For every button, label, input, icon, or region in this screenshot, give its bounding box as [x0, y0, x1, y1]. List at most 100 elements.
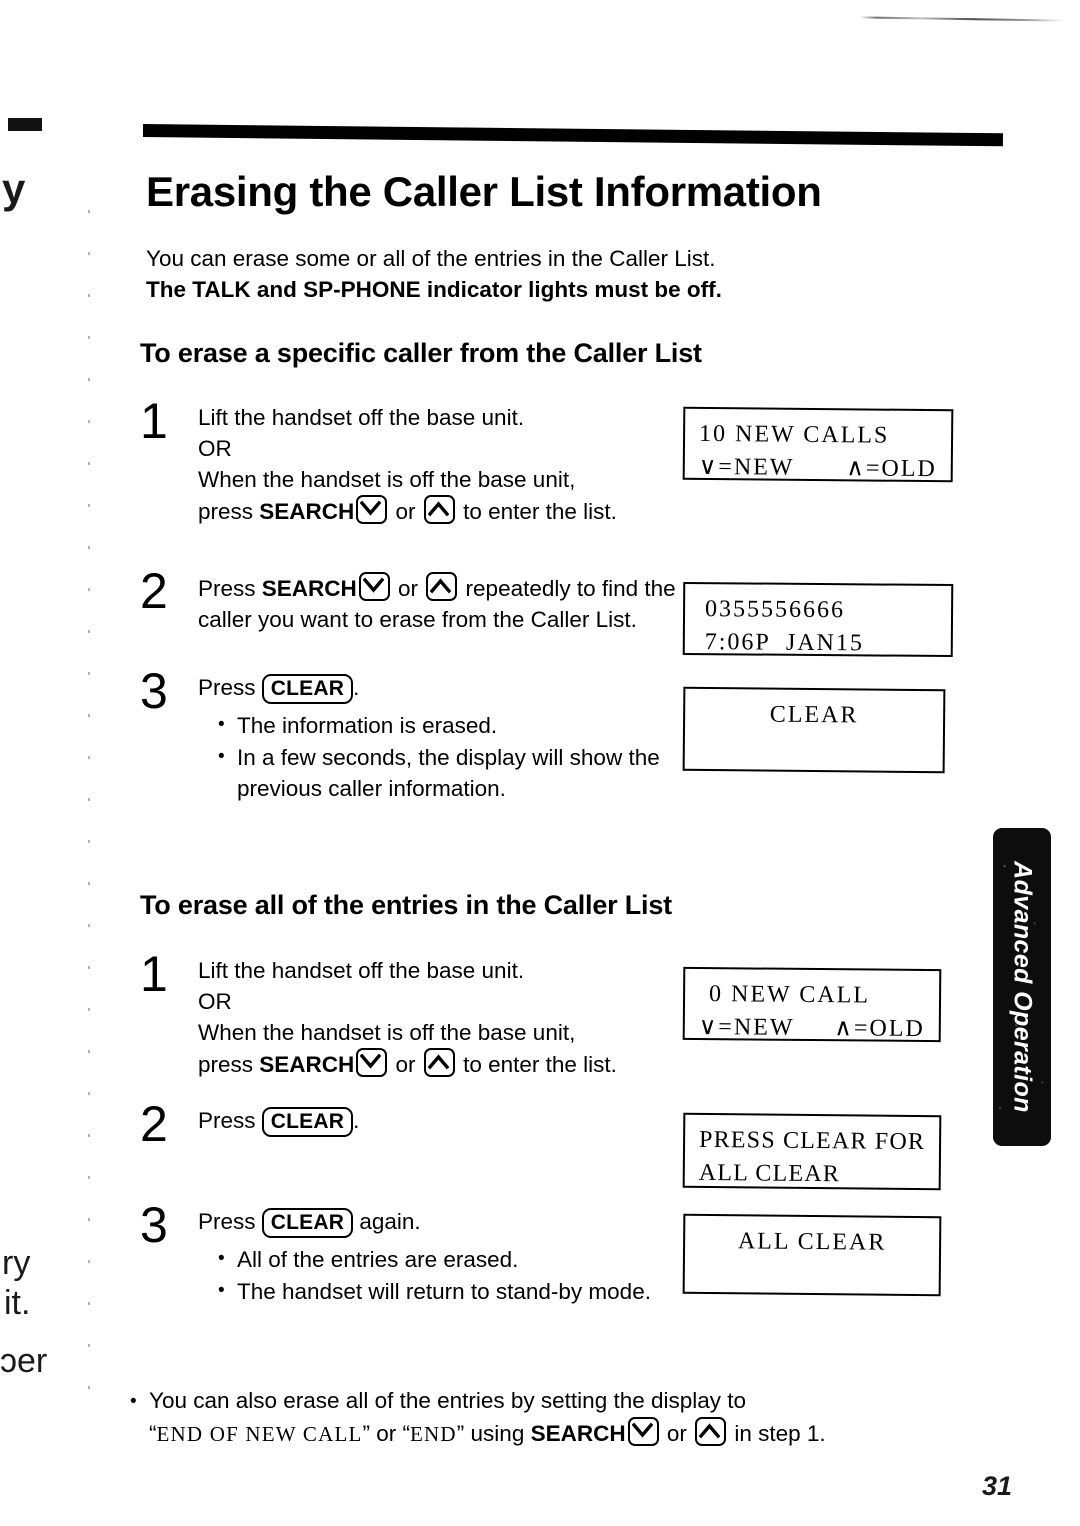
- lcd-display-0-new-call: 0 NEW CALL ∨=NEW ∧=OLD: [682, 966, 942, 1043]
- search-key-label: SEARCH: [259, 499, 355, 524]
- bullet-icon: •: [130, 1391, 137, 1412]
- search-key-label: SEARCH: [259, 1052, 355, 1077]
- lcd-row-2-left: ∨=NEW: [698, 453, 795, 481]
- step-text-mid: or: [391, 576, 425, 601]
- step-text-post: again.: [353, 1209, 421, 1234]
- lcd-display-clear: CLEAR: [682, 686, 946, 774]
- step-line-2: OR: [198, 989, 232, 1014]
- step-line-4: press SEARCH or to enter the list.: [198, 1048, 680, 1080]
- chevron-down-key-icon: [358, 572, 390, 601]
- lcd-row-2: ∨=NEW ∧=OLD: [699, 451, 937, 486]
- footnote-line-1: You can also erase all of the entries by…: [149, 1388, 747, 1413]
- footnote-line-2: “END OF NEW CALL” or “END” using SEARCH …: [149, 1417, 960, 1451]
- section-1-step-3: 3 Press CLEAR. The information is erased…: [140, 666, 680, 805]
- step-text-pre: Press: [198, 675, 262, 700]
- step-number: 2: [140, 1096, 168, 1152]
- step-body: Press CLEAR. The information is erased. …: [198, 672, 680, 804]
- page-title: Erasing the Caller List Information: [146, 168, 822, 215]
- footnote-text-2: using: [464, 1421, 531, 1446]
- clear-key-glyph: CLEAR: [261, 1107, 354, 1137]
- lcd-display-caller-number: 0355556666 7:06P JAN15: [682, 581, 954, 658]
- clear-key-glyph: CLEAR: [261, 1208, 354, 1238]
- chevron-down-key-icon: [356, 495, 388, 524]
- step-text-post: to enter the list.: [456, 499, 617, 524]
- side-tab-advanced-operation: Advanced Operation: [993, 828, 1051, 1146]
- lcd-row-1: 10 NEW CALLS: [698, 420, 890, 449]
- step-line-2: OR: [198, 436, 232, 461]
- section-2-step-1: 1 Lift the handset off the base unit. OR…: [140, 949, 680, 1080]
- page-number: 31: [982, 1471, 1013, 1501]
- clear-key-glyph: CLEAR: [261, 674, 354, 704]
- intro-paragraph: You can erase some or all of the entries…: [146, 243, 846, 305]
- step-line-3: When the handset is off the base unit,: [198, 1020, 576, 1045]
- intro-line-1: You can erase some or all of the entries…: [146, 246, 716, 271]
- step-text-pre: Press: [198, 1108, 262, 1133]
- step-body: Press CLEAR again. All of the entries ar…: [198, 1206, 680, 1307]
- footnote-mid: or: [660, 1421, 694, 1446]
- step-number: 3: [140, 1197, 168, 1253]
- bullet-item: In a few seconds, the display will show …: [218, 741, 680, 804]
- lcd-display-10-new-calls: 10 NEW CALLS ∨=NEW ∧=OLD: [682, 406, 954, 486]
- lcd-row-2-right: ∧=OLD: [846, 455, 937, 483]
- step-number: 1: [140, 946, 168, 1002]
- step-body: Press SEARCH or repeatedly to find the c…: [198, 572, 680, 635]
- lcd-row-2-left: ∨=NEW: [698, 1014, 795, 1041]
- chevron-down-key-icon: [627, 1417, 659, 1446]
- step-line-1: Lift the handset off the base unit.: [198, 958, 525, 983]
- search-key-label: SEARCH: [530, 1421, 626, 1446]
- step-line-1: Press CLEAR.: [198, 672, 680, 704]
- lcd-row-2-right: ∧=OLD: [834, 1015, 925, 1042]
- step-number: 3: [140, 663, 168, 719]
- step-bullet-list: All of the entries are erased. The hands…: [218, 1243, 680, 1307]
- chevron-up-key-icon: [423, 495, 455, 524]
- section-2-heading: To erase all of the entries in the Calle…: [140, 890, 672, 920]
- lcd-row-1: 0 NEW CALL: [708, 981, 871, 1009]
- lcd-row-2: 7:06P JAN15: [704, 629, 865, 657]
- step-text-pre: Press: [198, 576, 262, 601]
- intro-line-2: The TALK and SP-PHONE indicator lights m…: [146, 277, 722, 302]
- section-2-step-3: 3 Press CLEAR again. All of the entries …: [140, 1200, 680, 1308]
- footnote-text-3: in step 1.: [728, 1421, 826, 1446]
- search-key-label: SEARCH: [261, 576, 357, 601]
- lcd-row-1: CLEAR: [769, 701, 859, 729]
- step-text-pre: press: [198, 499, 260, 524]
- step-text-pre: press: [198, 1052, 260, 1077]
- step-bullet-list: The information is erased. In a few seco…: [218, 709, 680, 804]
- lcd-row-1: ALL CLEAR: [737, 1228, 887, 1256]
- side-tab-label: Advanced Operation: [1008, 861, 1037, 1113]
- step-text-mid: or: [389, 1052, 422, 1077]
- display-string-2: END: [410, 1422, 457, 1446]
- lcd-row-2: ALL CLEAR: [698, 1159, 841, 1188]
- step-body: Lift the handset off the base unit. OR W…: [198, 955, 680, 1080]
- lcd-display-press-clear-for-all-clear: PRESS CLEAR FOR ALL CLEAR: [682, 1112, 942, 1191]
- step-line-4: press SEARCH or to enter the list.: [198, 495, 680, 527]
- section-1-step-2: 2 Press SEARCH or repeatedly to find the…: [140, 566, 680, 635]
- bullet-item: The handset will return to stand-by mode…: [218, 1275, 680, 1307]
- chevron-up-key-icon: [426, 572, 458, 601]
- step-line-1: Lift the handset off the base unit.: [198, 405, 525, 430]
- footnote: • You can also erase all of the entries …: [130, 1384, 960, 1451]
- manual-page: y ry it. ɔer Erasing the Caller List Inf…: [0, 0, 1080, 1526]
- section-2-step-2: 2 Press CLEAR.: [140, 1099, 680, 1149]
- step-body: Press CLEAR.: [198, 1105, 680, 1137]
- step-text-pre: Press: [198, 1209, 262, 1234]
- chevron-up-key-icon: [423, 1048, 455, 1077]
- section-1-heading: To erase a specific caller from the Call…: [140, 338, 702, 368]
- chevron-down-key-icon: [356, 1048, 388, 1077]
- step-number: 1: [140, 393, 168, 449]
- lcd-row-1: 0355556666: [704, 596, 846, 624]
- footnote-joiner: or: [370, 1421, 403, 1446]
- section-1-step-1: 1 Lift the handset off the base unit. OR…: [140, 396, 680, 527]
- step-text-post: .: [353, 1108, 360, 1133]
- footnote-body: You can also erase all of the entries by…: [130, 1384, 960, 1451]
- bullet-item: All of the entries are erased.: [218, 1243, 680, 1275]
- step-text-post: .: [353, 675, 360, 700]
- title-rule-bar: [142, 124, 1004, 147]
- lcd-row-2: ∨=NEW ∧=OLD: [699, 1011, 925, 1046]
- bullet-item: The information is erased.: [218, 709, 680, 741]
- step-number: 2: [140, 563, 168, 619]
- step-text-post: to enter the list.: [456, 1052, 617, 1077]
- step-line-1: Press CLEAR again.: [198, 1206, 680, 1238]
- step-body: Lift the handset off the base unit. OR W…: [198, 402, 680, 527]
- lcd-display-all-clear: ALL CLEAR: [682, 1213, 942, 1297]
